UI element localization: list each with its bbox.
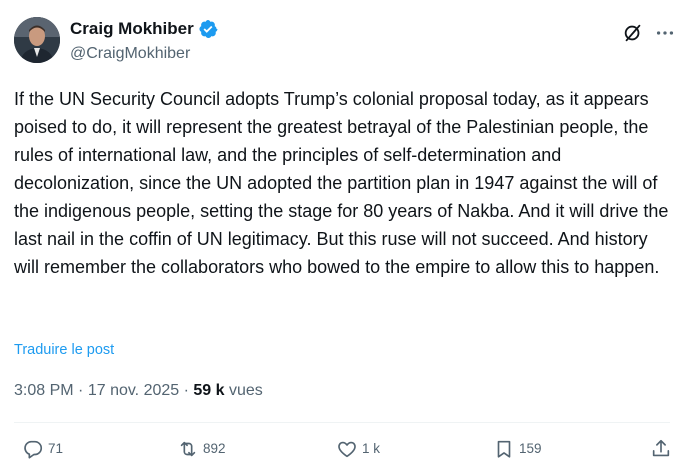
meta-separator: · bbox=[78, 382, 84, 399]
share-button[interactable] bbox=[650, 438, 676, 460]
avatar[interactable] bbox=[14, 17, 60, 63]
verified-badge-icon bbox=[198, 19, 218, 39]
translate-post-link[interactable]: Traduire le post bbox=[14, 340, 114, 360]
repost-button[interactable]: 892 bbox=[177, 438, 226, 460]
more-horizontal-icon[interactable] bbox=[654, 22, 676, 44]
tweet-text: If the UN Security Council adopts Trump’… bbox=[14, 89, 669, 277]
author-name[interactable]: Craig Mokhiber bbox=[70, 18, 218, 40]
tweet-card: Craig Mokhiber @CraigMokhiber If the UN … bbox=[0, 0, 684, 472]
share-icon bbox=[652, 439, 670, 457]
author-name-text[interactable]: Craig Mokhiber bbox=[70, 18, 194, 40]
views-count: 59 k bbox=[193, 382, 225, 399]
divider bbox=[14, 422, 670, 423]
tweet-meta: 3:08 PM · 17 nov. 2025 · 59 k vues bbox=[14, 380, 263, 402]
views-label: vues bbox=[229, 382, 263, 399]
repost-count: 892 bbox=[203, 441, 226, 456]
bookmark-icon bbox=[497, 440, 511, 458]
repost-icon bbox=[180, 441, 196, 457]
author-handle[interactable]: @CraigMokhiber bbox=[70, 44, 190, 64]
like-count: 1 k bbox=[362, 441, 381, 456]
like-button[interactable]: 1 k bbox=[336, 438, 380, 460]
reply-icon bbox=[24, 440, 43, 459]
heart-icon bbox=[338, 441, 356, 458]
bookmark-button[interactable]: 159 bbox=[493, 438, 542, 460]
reply-button[interactable]: 71 bbox=[22, 438, 63, 460]
grok-icon[interactable] bbox=[622, 22, 644, 44]
tweet-time[interactable]: 3:08 PM bbox=[14, 382, 74, 399]
tweet-date[interactable]: 17 nov. 2025 bbox=[88, 382, 179, 399]
reply-count: 71 bbox=[48, 441, 64, 456]
bookmark-count: 159 bbox=[519, 441, 542, 456]
meta-separator: · bbox=[183, 382, 189, 399]
